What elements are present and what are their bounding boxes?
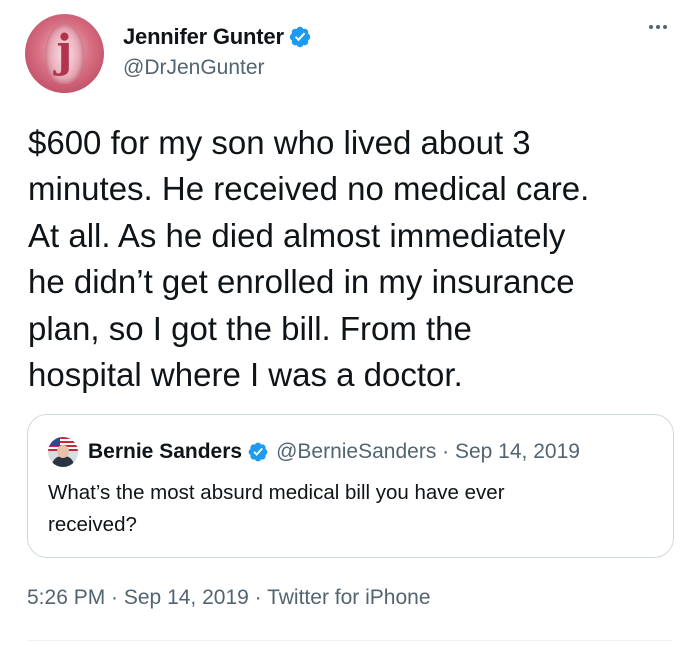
avatar-letter: j xyxy=(56,26,73,77)
quote-text: What’s the most absurd medical bill you … xyxy=(48,477,648,541)
divider xyxy=(27,640,673,641)
dot xyxy=(663,25,667,29)
flag-canton xyxy=(48,437,60,446)
quote-author-avatar xyxy=(48,437,78,467)
dot xyxy=(656,25,660,29)
tweet-text-line: $600 for my son who lived about 3 xyxy=(28,124,531,161)
quote-text-line: received? xyxy=(48,513,137,536)
quote-handle-date: @BernieSanders · Sep 14, 2019 xyxy=(276,440,580,463)
tweet-text-line: hospital where I was a doctor. xyxy=(28,356,463,394)
author-handle[interactable]: @DrJenGunter xyxy=(123,56,265,80)
tweet-text: $600 for my son who lived about 3 minute… xyxy=(28,120,678,398)
tweet-text-line: he didn’t get enrolled in my insurance xyxy=(28,263,575,301)
tweet-text-line: At all. As he died almost immediately xyxy=(28,216,566,254)
verified-badge-icon xyxy=(248,442,268,462)
author-name-row: Jennifer Gunter xyxy=(123,22,312,52)
tweet-text-line: plan, so I got the bill. From the xyxy=(28,309,472,347)
quoted-tweet[interactable]: Bernie Sanders @BernieSanders · Sep 14, … xyxy=(27,414,674,558)
more-options-icon[interactable] xyxy=(642,14,674,40)
dot xyxy=(649,25,653,29)
author-avatar[interactable]: j xyxy=(25,14,104,93)
tweet-timestamp[interactable]: 5:26 PM · Sep 14, 2019 · Twitter for iPh… xyxy=(27,586,431,610)
verified-badge-icon xyxy=(289,26,311,48)
quote-author-name: Bernie Sanders xyxy=(88,440,243,463)
tweet: j Jennifer Gunter @DrJenGunter $600 for … xyxy=(0,0,700,653)
tweet-text-line: minutes. He received no medical care. xyxy=(28,170,590,208)
quote-text-line: What’s the most absurd medical bill you … xyxy=(48,481,505,504)
quote-header: Bernie Sanders @BernieSanders · Sep 14, … xyxy=(88,437,580,467)
author-display-name[interactable]: Jennifer Gunter xyxy=(123,24,284,50)
avatar-face xyxy=(57,445,69,458)
